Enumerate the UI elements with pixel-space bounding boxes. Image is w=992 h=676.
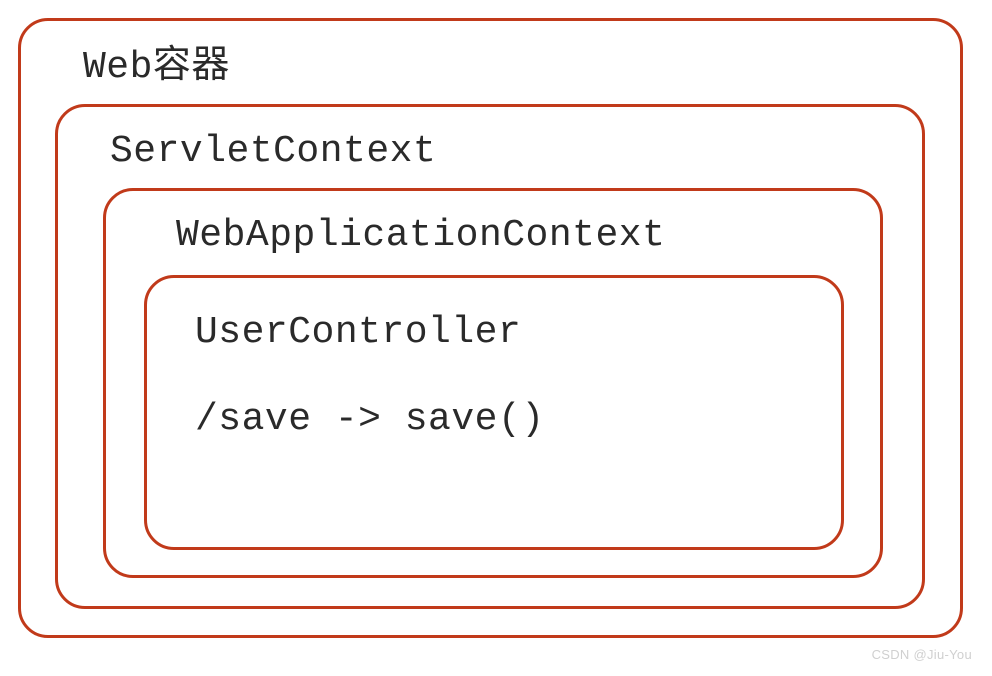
web-container-box: Web容器 ServletContext WebApplicationConte…	[18, 18, 963, 638]
web-application-context-label: WebApplicationContext	[176, 209, 852, 262]
route-mapping-label: /save -> save()	[195, 393, 811, 446]
web-container-label: Web容器	[83, 41, 932, 94]
servlet-context-box: ServletContext WebApplicationContext Use…	[55, 104, 925, 609]
user-controller-box: UserController /save -> save()	[144, 275, 844, 550]
web-application-context-box: WebApplicationContext UserController /sa…	[103, 188, 883, 578]
user-controller-label: UserController	[195, 306, 811, 359]
watermark-text: CSDN @Jiu-You	[872, 647, 972, 662]
servlet-context-label: ServletContext	[110, 125, 892, 178]
